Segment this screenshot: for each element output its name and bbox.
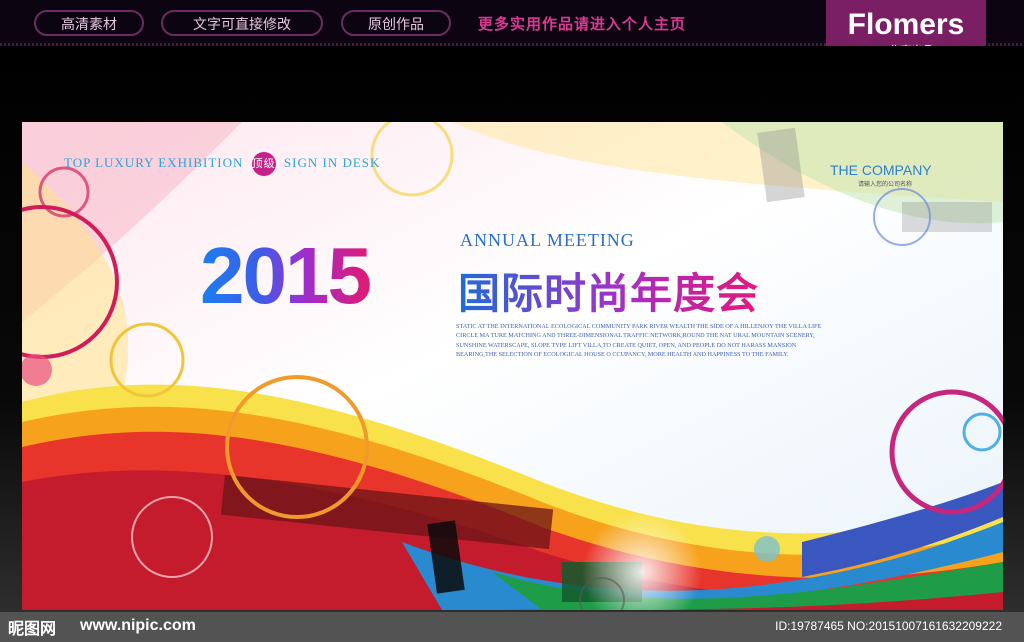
event-title: 国际时尚年度会 [458, 260, 759, 321]
top-grade-badge: 顶级 [251, 152, 276, 176]
tagline-second: SIGN IN DESK [283, 154, 381, 170]
site-url[interactable]: www.nipic.com [80, 617, 196, 635]
tagline: TOP LUXURY EXHIBITION 顶级 SIGN IN DESK [64, 152, 380, 176]
original-work-button[interactable]: 原创作品 [341, 10, 451, 36]
company-name-hint: 请输入您的公司名称 [858, 181, 913, 188]
hd-material-button[interactable]: 高清素材 [34, 10, 144, 36]
tagline-first: TOP LUXURY EXHIBITION [64, 154, 244, 170]
homepage-promo-link[interactable]: 更多实用作品请进入个人主页 [478, 13, 686, 34]
site-logo: 昵图网 [8, 619, 57, 638]
banner-image: TOP LUXURY EXHIBITION 顶级 SIGN IN DESK TH… [22, 122, 1003, 610]
company-name: THE COMPANY [830, 162, 932, 178]
brand-name: Flomers [847, 8, 965, 41]
year-heading: 2015 [200, 231, 372, 320]
annual-meeting-label: ANNUAL MEETING [460, 230, 635, 250]
image-id: ID:19787465 NO:20151007161632209222 [775, 619, 1002, 633]
editable-text-button[interactable]: 文字可直接修改 [161, 10, 323, 36]
description-paragraph: STATIC AT THE INTERNATIONAL ECOLOGICAL C… [456, 323, 822, 359]
rainbow-background-art [22, 122, 1003, 610]
